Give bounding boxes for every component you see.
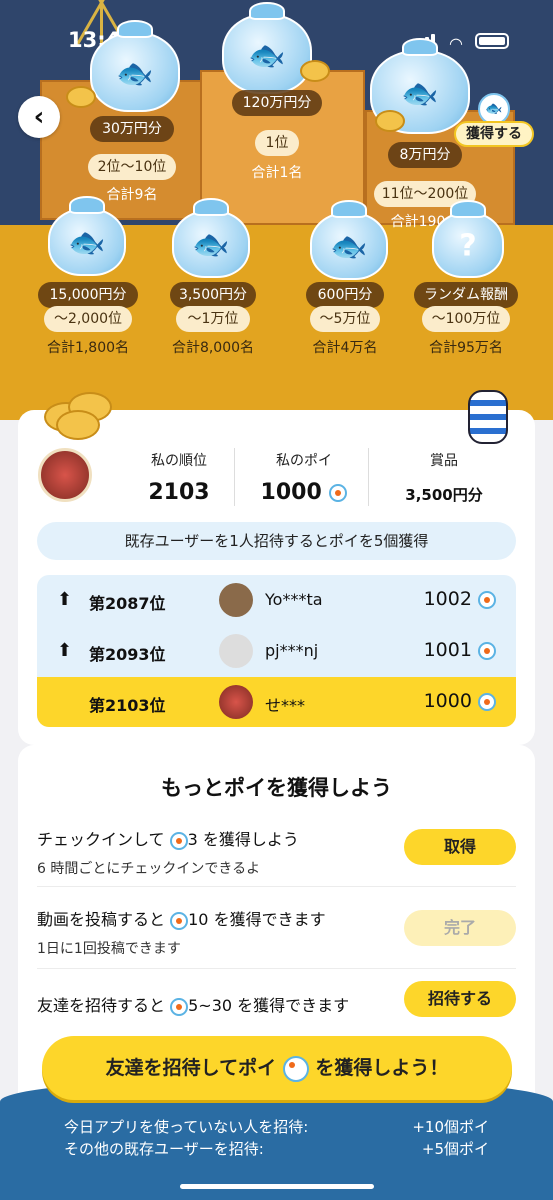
prize-bag-1: 🐟 [222, 2, 312, 94]
prize-1-total: 合計1名 [251, 165, 303, 181]
invite-button[interactable]: 招待する [404, 981, 516, 1017]
checkin-button[interactable]: 取得 [404, 829, 516, 865]
prize-6-amount: 600円分 [306, 282, 384, 308]
prize-4-total: 合計1,800名 [46, 340, 130, 356]
ranking-row[interactable]: ⬆ 第2093位 pj***nj 1001 [37, 626, 516, 677]
goldfish-icon: 🐟 [401, 76, 439, 112]
get-button[interactable]: 獲得する [454, 121, 534, 147]
ranking-username: Yo***ta [265, 590, 323, 609]
wifi-icon: ◠ [449, 34, 463, 53]
prize-5-amount: 3,500円分 [170, 282, 256, 308]
coins-decoration [44, 388, 120, 440]
home-indicator [180, 1184, 374, 1189]
poi-icon [170, 997, 189, 1016]
prize-bag-2: 🐟 [90, 20, 180, 112]
ranking-row[interactable]: ⬆ 第2087位 Yo***ta 1002 [37, 575, 516, 626]
arrow-up-icon: ⬆ [57, 589, 73, 610]
avatar [219, 685, 253, 719]
my-poi-stat: 私のポイ 1000 [240, 450, 368, 505]
prize-5-range: ～1万位 [176, 306, 250, 332]
reward-value: +10個ポイ [412, 1118, 489, 1136]
prize-1-amount: 120万円分 [232, 90, 322, 116]
task-title: 動画を投稿すると [37, 910, 166, 929]
my-poi-value: 1000 [260, 480, 322, 505]
my-poi-label: 私のポイ [276, 453, 332, 469]
poi-icon [169, 831, 188, 850]
task-title-suffix: を獲得しよう [202, 830, 299, 849]
ranking-points: 1000 [423, 690, 472, 712]
poi-icon [478, 692, 496, 711]
arrow-up-icon: ⬆ [57, 640, 73, 661]
prize-7-amount: ランダム報酬 [414, 282, 518, 308]
prize-bag-5: 🐟 [172, 198, 250, 278]
prize-1-range: 1位 [255, 130, 299, 156]
ranking-position: 第2093位 [89, 645, 166, 664]
poi-icon [478, 641, 496, 660]
avatar [219, 634, 253, 668]
prize-3-amount: 8万円分 [388, 142, 462, 168]
prize-5-total: 合計8,000名 [171, 340, 255, 356]
my-avatar[interactable] [38, 448, 92, 502]
my-prize-value: 3,500円分 [405, 486, 483, 504]
prize-bag-6: 🐟 [310, 200, 388, 280]
video-done-button[interactable]: 完了 [404, 910, 516, 946]
avatar [219, 583, 253, 617]
battery-icon [475, 33, 509, 49]
prize-2-range: 2位～10位 [88, 154, 176, 180]
question-icon: ? [459, 228, 477, 264]
my-rank-value: 2103 [148, 480, 210, 505]
task-title-suffix: を獲得できます [237, 996, 350, 1015]
task-amount: 10 [188, 910, 209, 929]
poi-icon [329, 484, 348, 502]
chevron-left-icon: ‹ [33, 102, 45, 132]
ranking-position: 第2087位 [89, 594, 166, 613]
goldfish-icon: 🐟 [330, 229, 368, 265]
prize-4-amount: 15,000円分 [38, 282, 138, 308]
reward-label: その他の既存ユーザーを招待: [64, 1140, 264, 1158]
ranking-position: 第2103位 [89, 696, 166, 715]
ranking-points: 1001 [423, 639, 472, 661]
mystery-bag: ? [432, 200, 504, 278]
task-amount: 3 [187, 830, 198, 849]
prize-6-total: 合計4万名 [312, 340, 378, 356]
more-poi-title: もっとポイを獲得しよう [161, 776, 392, 800]
nearby-ranking-list: ⬆ 第2087位 Yo***ta 1002 ⬆ 第2093位 pj***nj 1… [37, 575, 516, 727]
reward-value: +5個ポイ [421, 1140, 489, 1158]
invite-tip: 既存ユーザーを1人招待するとポイを5個獲得 [37, 522, 516, 560]
ranking-row-me[interactable]: 第2103位 せ*** 1000 [37, 677, 516, 727]
task-amount: 5~30 [188, 996, 233, 1015]
ranking-points: 1002 [423, 588, 472, 610]
poi-icon [478, 590, 496, 609]
prize-2-amount: 30万円分 [90, 116, 174, 142]
my-rank-label: 私の順位 [151, 453, 207, 469]
task-title: チェックインして [37, 830, 165, 849]
poi-icon [282, 1055, 309, 1082]
my-prize-label: 賞品 [430, 453, 458, 469]
prize-6-range: ～5万位 [310, 306, 380, 332]
goldfish-icon: 🐟 [68, 225, 106, 261]
my-rank-stat: 私の順位 2103 [120, 450, 238, 505]
goldfish-icon: 🐟 [192, 227, 230, 263]
ranking-username: pj***nj [265, 641, 319, 660]
task-title: 友達を招待すると [37, 996, 166, 1015]
my-prize-stat: 賞品 3,500円分 [374, 450, 514, 505]
invite-friends-cta-button[interactable]: 友達を招待してポイ を獲得しよう！ [42, 1036, 512, 1100]
reward-label: 今日アプリを使っていない人を招待: [64, 1118, 309, 1136]
lantern-icon [468, 390, 508, 444]
poi-icon [170, 911, 189, 930]
goldfish-icon: 🐟 [116, 56, 154, 92]
cta-label-suffix: を獲得しよう！ [315, 1057, 449, 1079]
prize-7-range: ～100万位 [422, 306, 510, 332]
prize-4-range: ～2,000位 [44, 306, 132, 332]
task-title-suffix: を獲得できます [213, 910, 326, 929]
ranking-username: せ*** [265, 696, 306, 715]
prize-7-total: 合計95万名 [429, 340, 503, 356]
cta-label: 友達を招待してポイ [105, 1057, 277, 1079]
back-button[interactable]: ‹ [18, 96, 60, 138]
goldfish-icon: 🐟 [248, 38, 286, 74]
prize-bag-4: 🐟 [48, 196, 126, 276]
